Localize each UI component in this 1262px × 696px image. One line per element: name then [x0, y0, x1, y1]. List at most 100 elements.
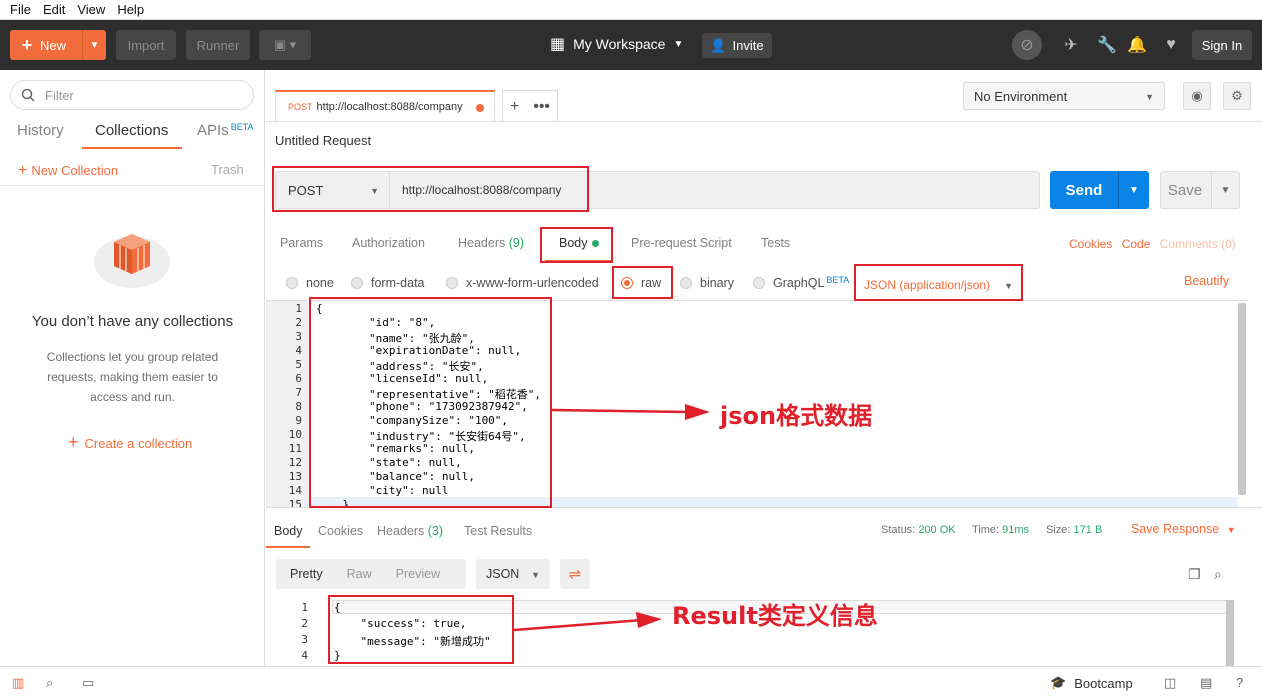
import-button[interactable]: Import [116, 30, 176, 60]
beautify-button[interactable]: Beautify [1184, 274, 1229, 288]
content-type-label: JSON (application/json) [864, 278, 991, 292]
more-icon[interactable]: ••• [533, 98, 550, 116]
menu-view[interactable]: View [77, 2, 105, 17]
main-panel: POST http://localhost:8088/company + •••… [266, 70, 1262, 666]
gear-icon[interactable]: ⚙ [1223, 82, 1251, 110]
view-raw[interactable]: Raw [347, 567, 372, 581]
view-preview[interactable]: Preview [396, 567, 440, 581]
menu-help[interactable]: Help [117, 2, 144, 17]
code-line: "id": "8", [316, 316, 436, 329]
active-tab-indicator [266, 546, 310, 548]
request-tab[interactable]: POST http://localhost:8088/company [275, 90, 495, 122]
code-line: "city": null [316, 484, 449, 497]
two-pane-icon[interactable]: ◫ [1164, 675, 1176, 691]
tab-collections[interactable]: Collections [95, 122, 168, 139]
request-tab-url: http://localhost:8088/company [316, 101, 463, 113]
sidebar: Filter History Collections APIs BETA + New… [0, 70, 265, 666]
new-dropdown-caret-icon[interactable]: ▼ [82, 30, 106, 60]
environment-select[interactable]: No Environment ▼ [963, 82, 1165, 110]
comments-link[interactable]: Comments (0) [1160, 237, 1236, 251]
body-type-raw-label: raw [641, 276, 662, 290]
filter-input[interactable]: Filter [10, 80, 254, 110]
bootcamp-button[interactable]: 🎓 Bootcamp [1050, 675, 1133, 691]
body-type-binary[interactable]: binary [680, 276, 734, 290]
editor-scrollbar[interactable] [1238, 303, 1246, 495]
body-type-none[interactable]: none [286, 276, 334, 290]
response-scrollbar[interactable] [1226, 600, 1234, 666]
body-type-form-data[interactable]: form-data [351, 276, 425, 290]
code-link[interactable]: Code [1122, 237, 1151, 251]
save-dropdown-icon[interactable]: ▼ [1211, 172, 1239, 208]
response-format-select[interactable]: JSON ▼ [476, 559, 550, 589]
code-line: "companySize": "100", [316, 414, 509, 427]
chevron-down-icon: ▼ [370, 186, 379, 196]
send-dropdown-icon[interactable]: ▼ [1118, 171, 1149, 209]
copy-icon[interactable]: ❐ [1188, 566, 1201, 583]
cookies-link[interactable]: Cookies [1069, 237, 1112, 251]
runner-button[interactable]: Runner [186, 30, 250, 60]
content-type-select[interactable]: JSON (application/json) ▼ [864, 278, 1013, 292]
tab-tests[interactable]: Tests [761, 236, 790, 250]
invite-button[interactable]: 👤 Invite [702, 33, 772, 58]
size-label: Size: [1046, 524, 1071, 536]
new-window-button[interactable]: ▣ ▾ [259, 30, 311, 60]
sign-in-button[interactable]: Sign In [1192, 30, 1252, 60]
response-tab-test-results[interactable]: Test Results [464, 524, 532, 538]
tab-apis-label: APIs [197, 122, 229, 139]
body-type-graphql[interactable]: GraphQL BETA [753, 275, 849, 290]
response-line-number: 3 [301, 633, 308, 646]
workspace-selector[interactable]: ▦ My Workspace ▼ [550, 34, 683, 54]
active-tab-indicator [82, 147, 182, 149]
menu-file[interactable]: File [10, 2, 31, 17]
trash-link[interactable]: Trash [211, 162, 244, 177]
help-icon[interactable]: ? [1236, 675, 1243, 690]
chevron-down-icon: ▼ [673, 38, 684, 50]
wrap-lines-icon[interactable]: ⇌ [560, 559, 590, 589]
tab-params[interactable]: Params [280, 236, 323, 250]
plus-icon: + [18, 162, 28, 179]
new-button-label: New [40, 37, 67, 53]
url-input[interactable]: http://localhost:8088/company [402, 183, 561, 197]
bell-icon[interactable]: 🔔 [1126, 34, 1148, 56]
body-type-raw[interactable]: raw [621, 276, 661, 290]
tab-body[interactable]: Body [559, 236, 599, 250]
response-tab-cookies[interactable]: Cookies [318, 524, 363, 538]
tab-prerequest-script[interactable]: Pre-request Script [631, 236, 732, 250]
body-type-urlencoded[interactable]: x-www-form-urlencoded [446, 276, 599, 290]
response-tab-headers[interactable]: Headers (3) [377, 524, 443, 538]
active-line-highlight [308, 497, 1238, 507]
response-view-tabs: Pretty Raw Preview [276, 559, 466, 589]
heart-icon[interactable]: ♥ [1160, 34, 1182, 56]
satellite-icon[interactable]: ✈ [1060, 34, 1082, 56]
eye-icon[interactable]: ◉ [1183, 82, 1211, 110]
save-response-button[interactable]: Save Response ▼ [1131, 522, 1236, 536]
bootcamp-icon: 🎓 [1050, 675, 1067, 690]
wrench-icon[interactable]: 🔧 [1096, 34, 1118, 56]
search-icon[interactable]: ⌕ [1214, 566, 1222, 583]
save-button[interactable]: Save ▼ [1160, 171, 1240, 209]
tab-authorization[interactable]: Authorization [352, 236, 425, 250]
search-icon[interactable]: ⌕ [46, 675, 53, 691]
new-button[interactable]: + New ▼ [10, 30, 106, 60]
headers-count: (9) [508, 236, 525, 250]
sidebar-tabs: History Collections APIs BETA [0, 118, 265, 150]
send-button[interactable]: Send ▼ [1050, 171, 1149, 209]
create-collection-link[interactable]: + Create a collection [68, 432, 192, 453]
tab-history[interactable]: History [17, 122, 64, 139]
view-pretty[interactable]: Pretty [290, 567, 323, 581]
new-collection-label: New Collection [31, 163, 119, 178]
response-tab-body[interactable]: Body [274, 524, 303, 538]
method-select[interactable]: POST ▼ [276, 172, 390, 208]
tab-apis[interactable]: APIs BETA [197, 122, 254, 139]
tab-headers[interactable]: Headers (9) [458, 236, 524, 250]
console-icon[interactable]: ▭ [82, 675, 94, 691]
new-collection-button[interactable]: + New Collection [18, 162, 118, 180]
menu-edit[interactable]: Edit [43, 2, 65, 17]
sync-off-icon[interactable]: ⊘ [1012, 30, 1042, 60]
empty-state-title: You don’t have any collections [31, 313, 234, 330]
keyboard-icon[interactable]: ▤ [1200, 675, 1212, 691]
add-tab-icon[interactable]: + [510, 98, 519, 116]
sidebar-toggle-icon[interactable]: ▥ [12, 675, 24, 691]
result-annotation: Result类定义信息 [672, 602, 878, 630]
request-tab-method: POST [288, 102, 313, 112]
